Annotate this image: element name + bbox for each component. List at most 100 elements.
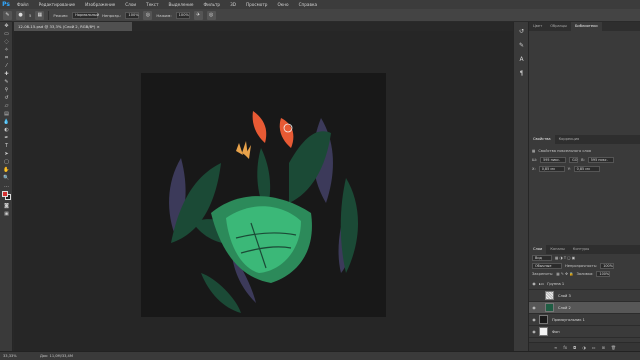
opacity-label: Непрозр.: [102, 12, 122, 18]
gradient-tool-icon[interactable]: ▤ [2, 111, 11, 118]
move-tool-icon[interactable]: ✥ [2, 23, 11, 30]
menu-type[interactable]: Текст [141, 2, 163, 7]
paragraph-panel-icon[interactable]: ¶ [517, 69, 526, 78]
options-bar: ✎ ● 5 ▦ Режим: Нормальный Непрозр.: 100%… [0, 9, 640, 22]
tab-properties[interactable]: Свойства [529, 135, 555, 144]
new-group-icon[interactable]: ▭ [592, 345, 596, 350]
adjustment-icon[interactable]: ◑ [582, 345, 586, 350]
color-panel-tabs: Цвет Образцы Библиотеки [529, 22, 640, 31]
history-brush-tool-icon[interactable]: ↺ [2, 95, 11, 102]
layer-opacity-field[interactable]: 100% [600, 263, 615, 269]
menu-file[interactable]: Файл [12, 2, 34, 7]
blend-row: Обычные Непрозрачность: 100% [529, 262, 640, 270]
y-field[interactable]: 0,85 см [573, 165, 600, 172]
pixel-layer-icon: ▦ [532, 148, 536, 153]
foreground-color-swatch[interactable] [2, 191, 8, 197]
tab-channels[interactable]: Каналы [546, 245, 568, 254]
layer-row-selected[interactable]: ◉ Слой 2 [529, 302, 640, 314]
menu-layer[interactable]: Слои [120, 2, 141, 7]
pressure-size-icon[interactable]: ◎ [206, 10, 216, 20]
layer-thumbnail [539, 327, 548, 336]
layer-row[interactable]: Слой 3 [529, 290, 640, 302]
menu-view[interactable]: Просмотр [241, 2, 273, 7]
layer-name: Слой 2 [558, 305, 571, 310]
artwork [169, 111, 359, 313]
layers-footer: ∞ fx ◘ ◑ ▭ ⊞ 🗑 [529, 342, 640, 351]
layer-row[interactable]: ◉ ▸▭ Группа 1 [529, 278, 640, 290]
tools-panel: ✥ ▭ ◌ ✧ ⌗ ⁄ ✚ ✎ ⚲ ↺ ▱ ▤ 💧 ◐ ✒ T ➤ ▢ ✋ 🔍 … [0, 22, 13, 351]
menu-select[interactable]: Выделение [164, 2, 199, 7]
history-panel-icon[interactable]: ↺ [517, 27, 526, 36]
brush-panel-icon[interactable]: ✎ [517, 41, 526, 50]
layers-panel: Слои Каналы Контуры Вид ▦ ◑ T ▢ ▣ Обычны… [528, 245, 640, 351]
flow-field[interactable]: 100% [175, 11, 190, 19]
brush-tool-preset-icon[interactable]: ✎ [3, 10, 12, 20]
healing-brush-tool-icon[interactable]: ✚ [2, 71, 11, 78]
document-tab[interactable]: 12-08-15.psd @ 33,3% (Слой 2, RGB/8*) × [14, 22, 132, 31]
path-select-tool-icon[interactable]: ➤ [2, 151, 11, 158]
x-field[interactable]: 0,85 см [538, 165, 565, 172]
eyedropper-tool-icon[interactable]: ⁄ [2, 63, 11, 70]
tab-adjustments[interactable]: Коррекция [555, 135, 584, 144]
brush-tool-icon[interactable]: ✎ [2, 79, 11, 86]
eye-icon[interactable]: ◉ [529, 281, 539, 286]
quick-select-tool-icon[interactable]: ✧ [2, 47, 11, 54]
shape-tool-icon[interactable]: ▢ [2, 159, 11, 166]
dodge-tool-icon[interactable]: ◐ [2, 127, 11, 134]
brush-preset-picker-icon[interactable]: ● [16, 10, 25, 20]
eye-icon[interactable]: ◉ [529, 317, 539, 322]
tab-layers[interactable]: Слои [529, 245, 547, 254]
screen-mode-icon[interactable]: ▣ [2, 211, 11, 218]
kind-filter-select[interactable]: Вид [532, 255, 552, 261]
type-tool-icon[interactable]: T [2, 143, 11, 150]
brush-settings-icon[interactable]: ▦ [35, 10, 45, 20]
character-panel-icon[interactable]: A [517, 55, 526, 64]
menu-help[interactable]: Справка [294, 2, 322, 7]
fx-icon[interactable]: fx [563, 345, 567, 350]
pressure-opacity-icon[interactable]: ◎ [143, 10, 153, 20]
menu-3d[interactable]: 3D [225, 2, 241, 7]
trash-icon[interactable]: 🗑 [611, 345, 616, 350]
layer-row[interactable]: ◉ Прямоугольник 1 [529, 314, 640, 326]
layer-thumbnail [545, 291, 554, 300]
photoshop-logo: Ps [2, 1, 10, 8]
tab-color[interactable]: Цвет [529, 22, 546, 31]
fill-field[interactable]: 100% [596, 271, 611, 277]
lock-icons[interactable]: ▦ ✎ ✥ 🔒 [556, 272, 573, 276]
width-field[interactable]: 595 пикс. [540, 156, 567, 163]
tab-swatches[interactable]: Образцы [546, 22, 571, 31]
opacity-field[interactable]: 100% [125, 11, 140, 19]
properties-title: Свойства пиксельного слоя [538, 148, 591, 153]
lasso-tool-icon[interactable]: ◌ [2, 39, 11, 46]
menu-image[interactable]: Изображение [80, 2, 120, 7]
eye-icon[interactable]: ◉ [529, 305, 539, 310]
zoom-tool-icon[interactable]: 🔍 [2, 175, 11, 182]
mode-select[interactable]: Нормальный [72, 11, 99, 19]
pen-tool-icon[interactable]: ✒ [2, 135, 11, 142]
marquee-tool-icon[interactable]: ▭ [2, 31, 11, 38]
blend-mode-select[interactable]: Обычные [532, 263, 562, 269]
canvas[interactable] [141, 73, 386, 317]
new-layer-icon[interactable]: ⊞ [602, 345, 605, 350]
airbrush-icon[interactable]: ✈ [193, 10, 203, 20]
height-field[interactable]: 595 пикс. [587, 156, 614, 163]
blur-tool-icon[interactable]: 💧 [2, 119, 11, 126]
quick-mask-icon[interactable]: ◙ [2, 203, 11, 210]
menu-edit[interactable]: Редактирование [34, 2, 81, 7]
mask-icon[interactable]: ◘ [573, 345, 576, 350]
hand-tool-icon[interactable]: ✋ [2, 167, 11, 174]
tab-paths[interactable]: Контуры [569, 245, 593, 254]
zoom-level[interactable]: 33,33% [3, 352, 17, 360]
link-button[interactable]: GO [569, 156, 579, 163]
menu-window[interactable]: Окно [272, 2, 293, 7]
layer-thumbnail [545, 303, 554, 312]
layer-row[interactable]: ◉ Фон [529, 326, 640, 338]
tab-libraries[interactable]: Библиотеки [570, 22, 602, 31]
eye-icon[interactable]: ◉ [529, 329, 539, 334]
clone-stamp-tool-icon[interactable]: ⚲ [2, 87, 11, 94]
crop-tool-icon[interactable]: ⌗ [2, 55, 11, 62]
menu-filter[interactable]: Фильтр [199, 2, 226, 7]
more-tools-icon[interactable]: … [2, 183, 11, 190]
link-layers-icon[interactable]: ∞ [554, 345, 557, 350]
eraser-tool-icon[interactable]: ▱ [2, 103, 11, 110]
